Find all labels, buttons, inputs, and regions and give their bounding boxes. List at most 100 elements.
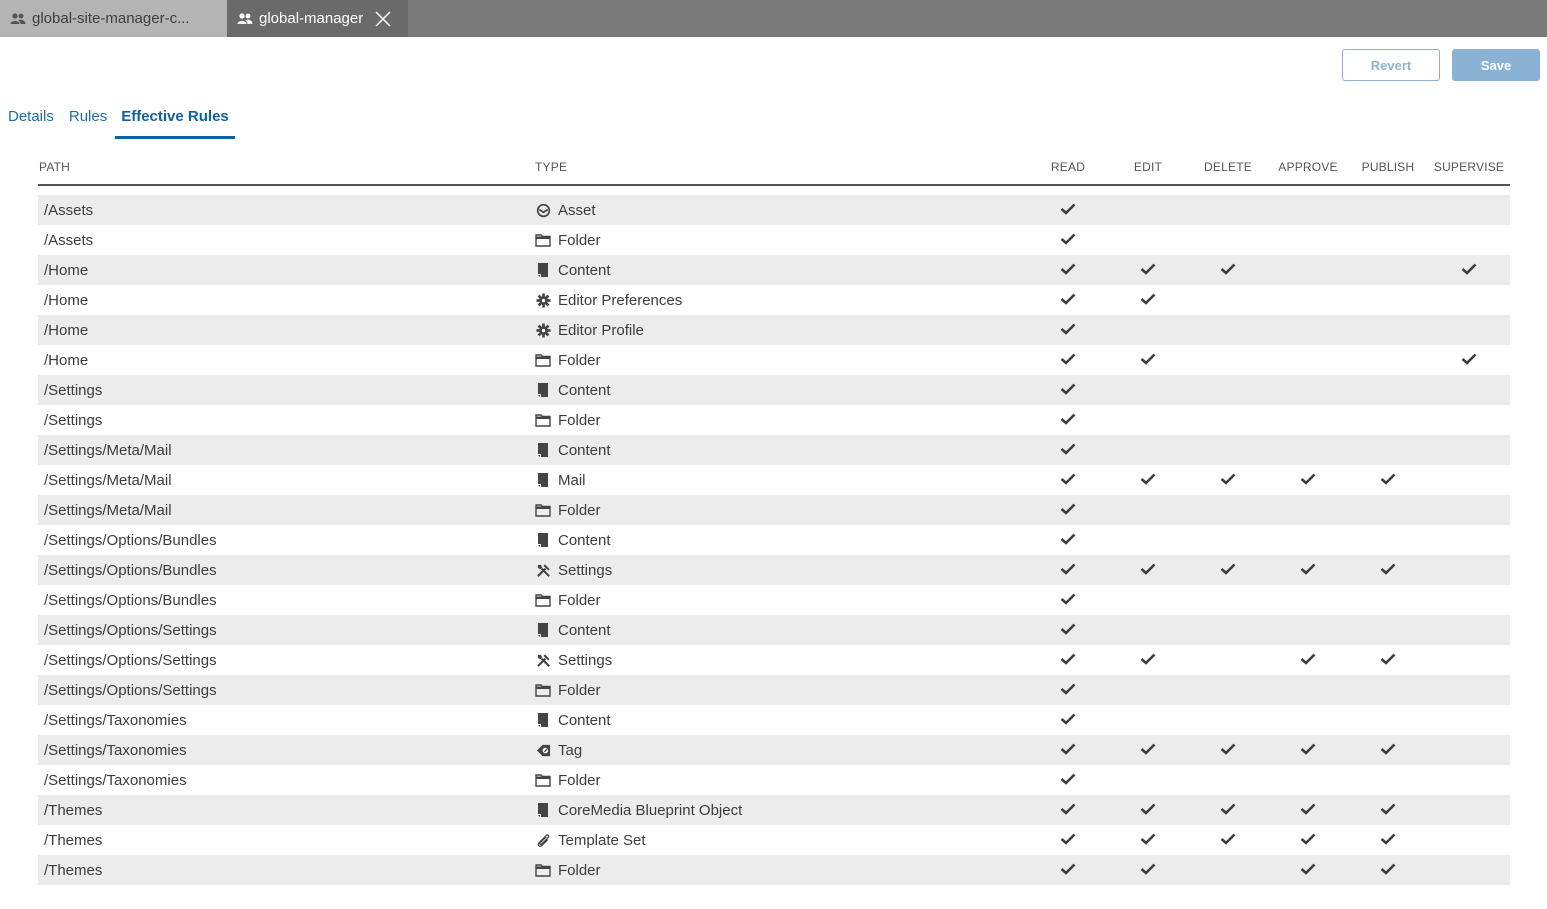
table-row[interactable]: /Home Editor Profile <box>38 315 1510 345</box>
table-row[interactable]: /Themes Folder <box>38 855 1510 885</box>
table-row[interactable]: /Settings/Meta/Mail Folder <box>38 495 1510 525</box>
publish-cell <box>1348 862 1428 879</box>
path-cell: /Assets <box>44 201 94 219</box>
path-cell: /Themes <box>44 861 103 879</box>
read-cell <box>1028 802 1108 819</box>
type-cell: Folder <box>535 772 1028 789</box>
path-cell: /Settings <box>44 381 103 399</box>
type-label: Settings <box>558 561 613 579</box>
column-header-read[interactable]: READ <box>1028 160 1108 174</box>
delete-cell <box>1188 802 1268 819</box>
revert-button[interactable]: Revert <box>1342 49 1440 81</box>
checkmark-icon <box>1220 472 1236 489</box>
type-label: Asset <box>558 201 596 219</box>
type-cell: Editor Preferences <box>535 292 1028 309</box>
tab-details[interactable]: Details <box>0 100 62 139</box>
checkmark-icon <box>1220 742 1236 759</box>
type-cell: CoreMedia Blueprint Object <box>535 802 1028 819</box>
table-row[interactable]: /Settings/Taxonomies Content <box>38 705 1510 735</box>
window-tab-global-site-manager[interactable]: global-site-manager-c... <box>0 0 227 37</box>
checkmark-icon <box>1380 862 1396 879</box>
table-row[interactable]: /Settings/Options/Settings Folder <box>38 675 1510 705</box>
checkmark-icon <box>1060 862 1076 879</box>
type-label: Content <box>558 261 611 279</box>
column-header-publish[interactable]: PUBLISH <box>1348 160 1428 174</box>
approve-cell <box>1268 652 1348 669</box>
close-icon[interactable] <box>375 10 391 27</box>
subtab-bar: Details Rules Effective Rules <box>0 100 235 140</box>
column-header-path[interactable]: PATH <box>38 160 535 174</box>
users-icon <box>10 12 26 26</box>
checkmark-icon <box>1060 502 1076 519</box>
type-label: Folder <box>558 771 601 789</box>
checkmark-icon <box>1380 562 1396 579</box>
table-row[interactable]: /Themes Template Set <box>38 825 1510 855</box>
table-row[interactable]: /Settings/Taxonomies Tag <box>38 735 1510 765</box>
gear-icon <box>535 292 551 308</box>
table-row[interactable]: /Home Content <box>38 255 1510 285</box>
type-cell: Content <box>535 532 1028 549</box>
path-cell: /Home <box>44 351 89 369</box>
checkmark-icon <box>1060 772 1076 789</box>
table-row[interactable]: /Settings Folder <box>38 405 1510 435</box>
type-cell: Folder <box>535 682 1028 699</box>
path-cell: /Settings/Options/Settings <box>44 651 217 669</box>
folder-icon <box>535 682 551 698</box>
tab-rules[interactable]: Rules <box>62 100 115 139</box>
table-row[interactable]: /Home Folder <box>38 345 1510 375</box>
column-header-supervise[interactable]: SUPERVISE <box>1428 160 1510 174</box>
approve-cell <box>1268 802 1348 819</box>
table-row[interactable]: /Settings/Taxonomies Folder <box>38 765 1510 795</box>
table-row[interactable]: /Settings/Options/Settings Content <box>38 615 1510 645</box>
table-row[interactable]: /Settings Content <box>38 375 1510 405</box>
column-header-edit[interactable]: EDIT <box>1108 160 1188 174</box>
checkmark-icon <box>1220 832 1236 849</box>
checkmark-icon <box>1060 352 1076 369</box>
table-row[interactable]: /Settings/Options/Bundles Content <box>38 525 1510 555</box>
read-cell <box>1028 352 1108 369</box>
path-cell: /Settings/Options/Bundles <box>44 591 217 609</box>
table-row[interactable]: /Settings/Meta/Mail Content <box>38 435 1510 465</box>
type-cell: Tag <box>535 742 1028 759</box>
path-cell: /Settings/Taxonomies <box>44 741 187 759</box>
table-row[interactable]: /Settings/Options/Bundles Settings <box>38 555 1510 585</box>
read-cell <box>1028 322 1108 339</box>
content-icon <box>535 712 551 728</box>
checkmark-icon <box>1060 202 1076 219</box>
publish-cell <box>1348 652 1428 669</box>
checkmark-icon <box>1140 472 1156 489</box>
type-label: Folder <box>558 351 601 369</box>
users-icon <box>237 12 253 26</box>
checkmark-icon <box>1140 652 1156 669</box>
edit-cell <box>1108 562 1188 579</box>
path-cell: /Settings/Options/Bundles <box>44 561 217 579</box>
table-row[interactable]: /Settings/Options/Bundles Folder <box>38 585 1510 615</box>
window-tab-global-manager[interactable]: global-manager <box>227 0 408 37</box>
type-label: Settings <box>558 651 613 669</box>
checkmark-icon <box>1140 292 1156 309</box>
type-label: Editor Preferences <box>558 291 683 309</box>
column-header-approve[interactable]: APPROVE <box>1268 160 1348 174</box>
read-cell <box>1028 742 1108 759</box>
type-cell: Settings <box>535 652 1028 669</box>
column-header-delete[interactable]: DELETE <box>1188 160 1268 174</box>
column-header-type[interactable]: TYPE <box>535 160 1028 174</box>
checkmark-icon <box>1060 262 1076 279</box>
read-cell <box>1028 502 1108 519</box>
table-row[interactable]: /Assets Asset <box>38 195 1510 225</box>
approve-cell <box>1268 562 1348 579</box>
table-row[interactable]: /Settings/Meta/Mail Mail <box>38 465 1510 495</box>
publish-cell <box>1348 802 1428 819</box>
checkmark-icon <box>1220 262 1236 279</box>
table-row[interactable]: /Assets Folder <box>38 225 1510 255</box>
table-row[interactable]: /Home Editor Preferences <box>38 285 1510 315</box>
save-button[interactable]: Save <box>1452 49 1540 81</box>
read-cell <box>1028 292 1108 309</box>
type-label: Content <box>558 621 611 639</box>
tab-effective-rules[interactable]: Effective Rules <box>115 100 235 139</box>
read-cell <box>1028 592 1108 609</box>
checkmark-icon <box>1060 472 1076 489</box>
table-row[interactable]: /Settings/Options/Settings Settings <box>38 645 1510 675</box>
approve-cell <box>1268 472 1348 489</box>
table-row[interactable]: /Themes CoreMedia Blueprint Object <box>38 795 1510 825</box>
